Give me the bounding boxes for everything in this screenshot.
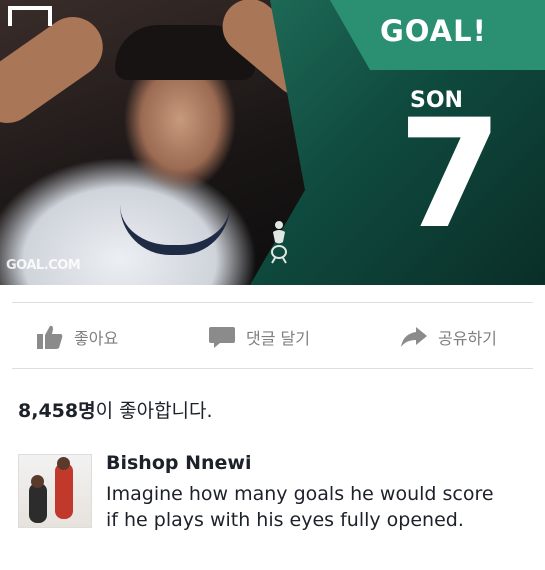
share-button[interactable]: 공유하기 xyxy=(400,324,497,350)
comment-text: Imagine how many goals he would score if… xyxy=(106,483,494,531)
post-image[interactable]: GOAL! SON 7 GOAL.COM xyxy=(0,0,545,285)
share-arrow-icon xyxy=(401,327,427,347)
comment-author[interactable]: Bishop Nnewi xyxy=(106,452,251,474)
player-collar xyxy=(120,205,230,255)
divider xyxy=(12,302,533,303)
like-label: 좋아요 xyxy=(74,329,119,348)
like-count-number: 8,458명 xyxy=(18,400,96,422)
comment-label: 댓글 달기 xyxy=(246,329,310,348)
comment-bubble-icon xyxy=(209,327,235,348)
like-count[interactable]: 8,458명이 좋아합니다. xyxy=(18,396,213,423)
divider xyxy=(12,368,533,369)
avatar-figure xyxy=(29,483,47,523)
comment-button[interactable]: 댓글 달기 xyxy=(208,324,310,350)
club-crest-icon xyxy=(271,221,287,264)
share-label: 공유하기 xyxy=(438,329,497,348)
thumbs-up-icon xyxy=(37,325,63,349)
goal-logo-icon xyxy=(8,6,52,26)
watermark: GOAL.COM xyxy=(6,258,81,273)
avatar[interactable] xyxy=(18,454,92,528)
avatar-figure xyxy=(55,463,73,519)
like-count-suffix: 이 좋아합니다. xyxy=(95,400,213,422)
like-button[interactable]: 좋아요 xyxy=(36,324,118,350)
avatar-figure xyxy=(31,475,44,488)
avatar-figure xyxy=(57,457,70,470)
player-number: 7 xyxy=(398,88,503,262)
action-bar: 좋아요 댓글 달기 공유하기 xyxy=(0,310,545,366)
goal-headline: GOAL! xyxy=(380,14,487,48)
